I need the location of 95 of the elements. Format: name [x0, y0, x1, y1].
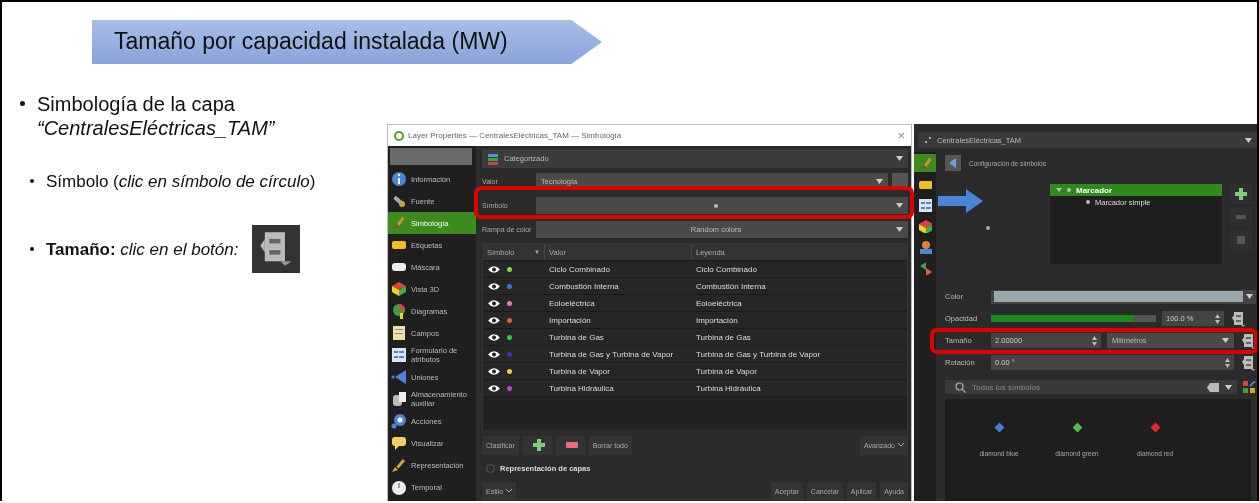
categorized-icon — [487, 152, 499, 165]
table-cell-text: Turbina de Gas — [695, 331, 752, 344]
gear-icon — [391, 413, 407, 429]
eye-icon[interactable] — [487, 349, 501, 359]
table-cell-text: Ciclo Combinado — [548, 263, 611, 276]
caret-icon — [876, 179, 883, 184]
style-manager-icon[interactable] — [1243, 380, 1256, 394]
minus-icon — [565, 442, 578, 448]
table-cell-text: Combustión Interna — [548, 280, 620, 293]
table-cell-text: Eoloeléctrica — [548, 297, 596, 310]
opacity-slider[interactable] — [991, 315, 1156, 322]
data-defined-icon — [1241, 332, 1255, 349]
app-logo-icon — [394, 130, 404, 141]
window-title: Layer Properties — CentralesEléctricas_TAM — Simbología — [408, 131, 623, 140]
bullet-dot — [20, 101, 25, 106]
eye-icon[interactable] — [487, 281, 501, 291]
search-input[interactable]: Todos los símbolos — [972, 382, 1201, 392]
bullet-dot — [30, 179, 34, 183]
caret-icon — [1222, 338, 1229, 343]
table-cell-text: Turbina Hidráulica — [548, 382, 615, 395]
table-cell-text: Eoloeléctrica — [695, 297, 743, 310]
back-button[interactable] — [945, 155, 961, 171]
brush-icon — [918, 156, 932, 170]
add-layer-button[interactable] — [1230, 184, 1252, 204]
caret-icon — [896, 156, 903, 161]
info-icon — [391, 171, 407, 187]
spin-arrows-icon — [1225, 357, 1230, 368]
eye-icon[interactable] — [487, 315, 501, 325]
add-button[interactable] — [522, 435, 552, 455]
cube-icon — [391, 281, 407, 297]
table-cell-text: Turbina de Gas y Turbina de Vapor — [695, 348, 822, 361]
eye-icon[interactable] — [487, 298, 501, 308]
eye-icon[interactable] — [487, 383, 501, 393]
document-icon — [391, 325, 407, 341]
data-defined-button[interactable] — [1240, 332, 1256, 349]
square-icon — [1235, 234, 1247, 246]
chevron-icon — [506, 489, 513, 493]
caret-icon — [896, 203, 903, 208]
arrow-drawing — [938, 188, 984, 214]
table-cell-text: Turbina de Gas — [548, 331, 605, 344]
clock-icon — [391, 479, 407, 495]
bullet-text: Símbolo (clic en símbolo de círculo) — [46, 171, 316, 193]
triangle-icon — [391, 369, 407, 385]
form-icon — [391, 347, 407, 363]
data-defined-button[interactable] — [1230, 310, 1246, 327]
table-cell-text: Turbina de Gas y Turbina de Vapor — [548, 348, 675, 361]
form-icon — [918, 198, 932, 212]
table-cell-text: Importación — [695, 314, 739, 327]
clear-icon[interactable] — [1207, 382, 1219, 392]
chevron-icon — [898, 443, 904, 447]
eye-icon[interactable] — [487, 332, 501, 342]
back-arrow-icon — [949, 158, 957, 168]
tree-item[interactable]: Marcador — [1050, 184, 1222, 196]
data-defined-button[interactable] — [1240, 354, 1256, 371]
figure-icon — [918, 240, 932, 254]
data-defined-icon — [1231, 310, 1245, 327]
caret-icon — [1246, 294, 1253, 299]
speech-bubble-icon — [391, 435, 407, 451]
brush-icon — [391, 215, 407, 231]
caret-icon — [1225, 384, 1232, 390]
eye-icon[interactable] — [487, 366, 501, 376]
table-cell-text: Turbina de Vapor — [695, 365, 758, 378]
title-banner: Tamaño por capacidad instalada (MW) — [92, 20, 602, 64]
search-icon — [955, 381, 966, 393]
search-field[interactable] — [390, 148, 472, 165]
caret-icon — [896, 227, 903, 232]
color-button[interactable] — [991, 289, 1256, 304]
table-cell-text: Importación — [548, 314, 592, 327]
close-button[interactable]: × — [897, 128, 905, 143]
bullet-text: Tamaño: clic en el botón: — [46, 238, 239, 261]
bullet-dot — [30, 247, 34, 251]
data-defined-button[interactable] — [252, 225, 301, 273]
bullet-text: Simbología de la capa “CentralesEléctricas_TAM” — [37, 92, 276, 140]
plus-icon — [1235, 188, 1247, 200]
table-cell-text: Turbina Hidráulica — [695, 382, 762, 395]
brush-icon — [391, 457, 407, 473]
caret-icon — [1245, 137, 1252, 143]
data-defined-icon — [1241, 354, 1255, 371]
symbol-search-field[interactable]: Todos los símbolos — [945, 380, 1237, 394]
eye-icon[interactable] — [487, 264, 501, 274]
table-cell-text: Turbina de Vapor — [548, 365, 611, 378]
pie-chart-icon — [391, 303, 407, 319]
arrows-icon — [918, 261, 932, 275]
database-icon — [391, 391, 407, 407]
remove-button[interactable] — [555, 435, 585, 455]
plus-icon — [532, 439, 545, 451]
expand-caret-icon — [1056, 187, 1062, 193]
table-cell-text: Ciclo Combinado — [695, 263, 758, 276]
table-cell-text: Combustión Interna — [695, 280, 767, 293]
point-layer-icon — [924, 136, 932, 144]
cube-icon — [918, 219, 932, 233]
symbol-preview-icon — [986, 226, 990, 230]
spin-arrows-icon — [1215, 313, 1220, 324]
symbol-preview-icon — [714, 203, 718, 208]
spin-arrows-icon — [1092, 335, 1097, 346]
